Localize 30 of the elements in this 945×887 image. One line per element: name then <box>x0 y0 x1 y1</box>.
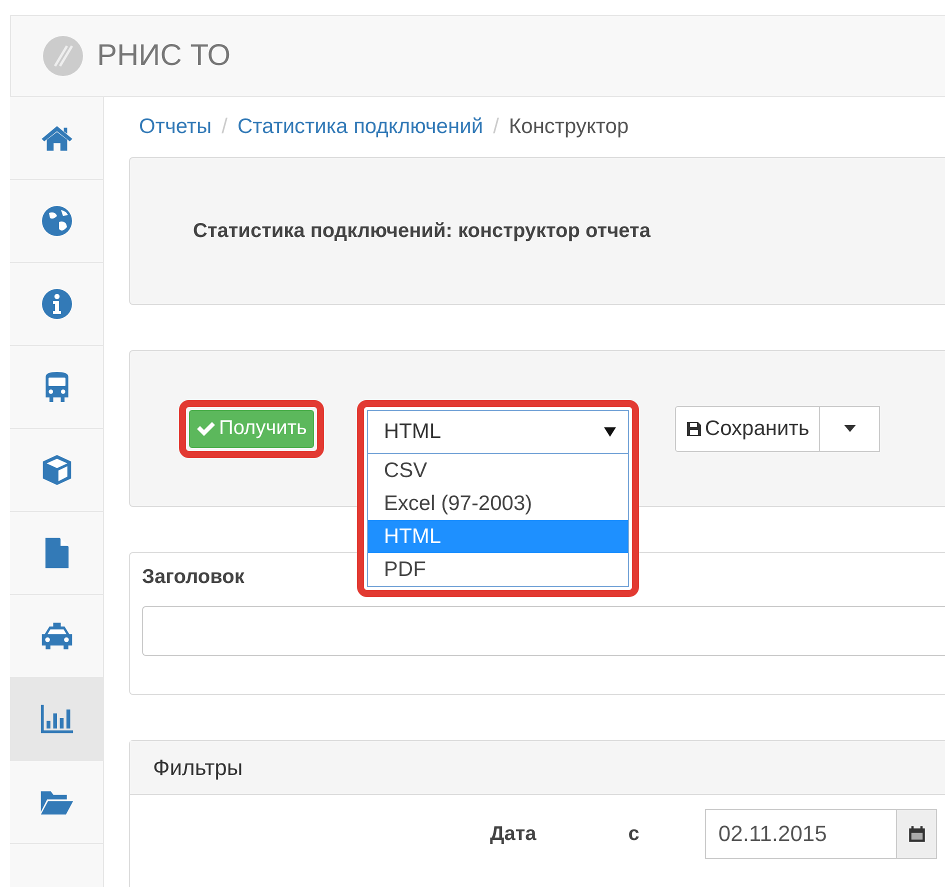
dropdown-option[interactable]: Excel (97-2003) <box>368 486 628 520</box>
info-icon <box>40 288 74 320</box>
logo-icon <box>43 36 83 76</box>
caret-icon <box>844 425 856 432</box>
app-title: РНИС ТО <box>97 39 231 73</box>
format-select[interactable]: HTML <box>366 410 629 454</box>
panel-title: Фильтры <box>153 754 243 780</box>
breadcrumb-separator: / <box>493 115 499 139</box>
calendar-icon <box>908 825 926 843</box>
globe-icon <box>40 205 74 237</box>
breadcrumb-link[interactable]: Статистика подключений <box>237 115 484 139</box>
sidebar-item[interactable] <box>10 678 103 761</box>
filter-label: Дата <box>490 822 536 846</box>
date-field[interactable]: 02.11.2015 <box>705 809 898 859</box>
cube-icon <box>40 454 74 486</box>
taxi-icon <box>40 620 74 652</box>
input-field[interactable] <box>142 606 945 656</box>
dropdown-arrow-icon <box>604 426 616 436</box>
breadcrumb-current: Конструктор <box>508 115 629 139</box>
bar-chart-icon <box>40 703 74 735</box>
save-button[interactable]: Сохранить <box>674 406 820 452</box>
check-icon <box>196 420 216 436</box>
field-label: Заголовок <box>142 566 244 589</box>
dropdown-option[interactable]: CSV <box>368 454 628 486</box>
calendar-button[interactable] <box>897 809 938 859</box>
breadcrumb-separator: / <box>222 115 228 139</box>
dropdown-option[interactable]: PDF <box>368 552 628 586</box>
breadcrumb-link[interactable]: Отчеты <box>139 115 212 139</box>
filter-label: с <box>628 822 640 846</box>
report-title: Статистика подключений: конструктор отчета <box>193 220 650 242</box>
